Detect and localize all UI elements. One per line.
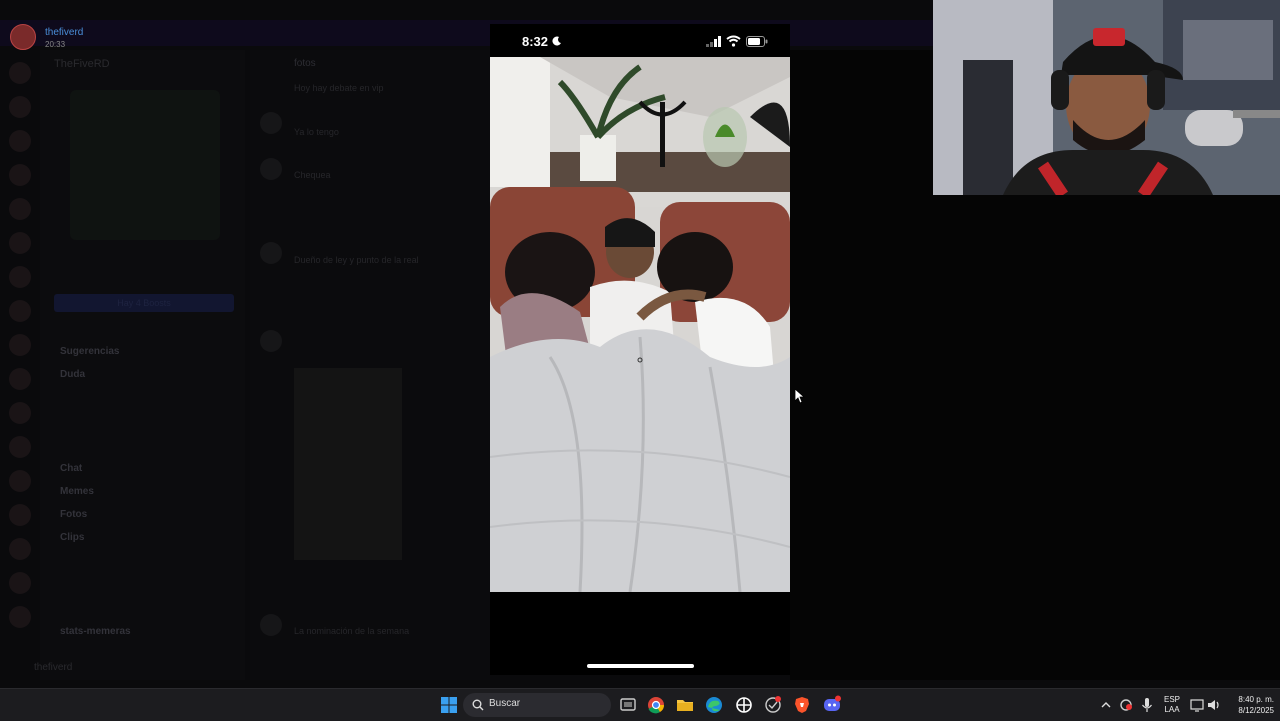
volume-icon[interactable] [1204,695,1224,715]
image-attachment[interactable] [294,368,402,560]
chrome-icon[interactable] [646,695,666,715]
search-placeholder: Buscar [489,698,521,709]
server-icon[interactable] [9,266,31,288]
server-icon[interactable] [9,504,31,526]
channel-title: fotos [294,58,316,69]
app-icon-2[interactable] [763,695,783,715]
server-icon[interactable] [9,300,31,322]
chevron-up-icon[interactable] [1096,695,1116,715]
wifi-icon [726,35,741,47]
moon-icon [552,36,561,46]
task-view-icon[interactable] [618,695,638,715]
server-icon[interactable] [9,130,31,152]
server-icon[interactable] [9,334,31,356]
avatar[interactable] [260,242,282,264]
boost-button[interactable]: Hay 4 Boosts [54,294,234,312]
language-indicator[interactable]: ESP LAA [1160,695,1184,715]
server-icon[interactable] [9,232,31,254]
clock-time: 8:40 p. m. [1238,695,1274,704]
channel-duda[interactable]: Duda [60,369,85,380]
avatar [10,24,36,50]
channel-sugerencias[interactable]: Sugerencias [60,346,119,357]
webcam-overlay [933,0,1280,195]
signal-icon [706,36,721,47]
chat-message: La nominación de la semana [294,626,410,636]
server-icon[interactable] [9,470,31,492]
chat-message: Ya lo tengo [294,127,339,137]
channel-stats[interactable]: stats-memeras [60,626,131,637]
server-icon[interactable] [9,606,31,628]
server-icon[interactable] [9,96,31,118]
phone-screenshot[interactable]: 8:32 [490,24,790,675]
windows-start-icon[interactable] [439,695,459,715]
avatar[interactable] [260,112,282,134]
battery-icon [746,36,768,47]
server-icon[interactable] [9,198,31,220]
channel-sidebar: TheFiveRD Hay 4 Boosts Sugerencias Duda … [34,50,245,680]
server-icon[interactable] [9,368,31,390]
system-clock[interactable]: 8:40 p. m. 8/12/2025 [1224,694,1274,716]
discord-icon[interactable] [822,695,842,715]
taskbar-search[interactable]: Buscar [463,693,611,717]
server-icon[interactable] [9,164,31,186]
search-icon [472,699,484,711]
avatar[interactable] [260,158,282,180]
clock-date: 8/12/2025 [1238,706,1274,715]
language-code: ESP [1163,695,1180,704]
discord-topbar [0,20,933,46]
bottom-username: thefiverd [34,662,73,673]
channel-memes[interactable]: Memes [60,486,94,497]
chat-panel: fotos Hoy hay debate en vip Ya lo tengo … [250,50,490,680]
chat-message: Hoy hay debate en vip [294,83,384,93]
home-indicator[interactable] [587,664,694,668]
phone-status-time: 8:32 [522,34,549,49]
channel-clips[interactable]: Clips [60,532,84,543]
edge-icon[interactable] [704,695,724,715]
server-icon[interactable] [9,572,31,594]
taskbar: Buscar ESP LAA 8:40 p. m. 8/12/2025 [0,688,1280,721]
server-icon[interactable] [9,538,31,560]
chat-message: Chequea [294,170,331,180]
avatar[interactable] [260,330,282,352]
app-icon[interactable] [734,695,754,715]
stream-timestamp: 20:33 [45,40,66,49]
server-icon[interactable] [9,436,31,458]
cursor-icon [795,389,805,404]
channel-chat[interactable]: Chat [60,463,82,474]
server-icon[interactable] [9,402,31,424]
server-name[interactable]: TheFiveRD [54,58,110,70]
server-icon[interactable] [9,62,31,84]
channel-fotos[interactable]: Fotos [60,509,87,520]
brave-icon[interactable] [792,695,812,715]
keyboard-layout: LAA [1164,705,1180,714]
microphone-icon[interactable] [1137,695,1157,715]
tray-app-icon[interactable] [1116,695,1136,715]
avatar[interactable] [260,614,282,636]
stream-username: thefiverd [45,27,84,38]
bed-photo[interactable] [490,57,790,592]
server-banner [70,90,220,240]
chat-message: Dueño de ley y punto de la real [294,255,419,265]
file-explorer-icon[interactable] [675,695,695,715]
server-list [0,50,40,680]
